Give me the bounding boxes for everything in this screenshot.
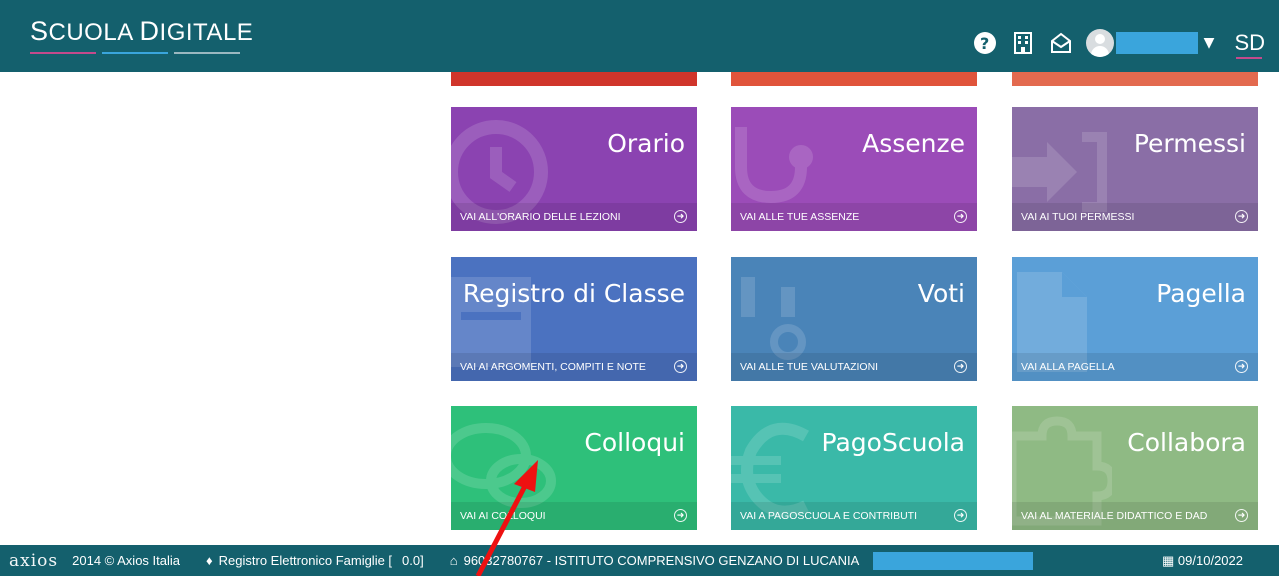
tile-title: Collabora <box>1127 428 1246 457</box>
help-button[interactable]: ? <box>972 30 998 56</box>
envelope-open-icon <box>1050 32 1071 53</box>
calendar-icon: ▦ <box>1162 553 1175 568</box>
tile-partial-3[interactable] <box>1012 72 1258 86</box>
tile-collabora[interactable]: Collabora VAI AL MATERIALE DIDATTICO E D… <box>1012 406 1258 530</box>
school-button[interactable] <box>1010 30 1036 56</box>
arrow-right-circle-icon: ➜ <box>954 210 967 223</box>
tile-link[interactable]: VAI ALLE TUE VALUTAZIONI ➜ <box>731 353 977 381</box>
tile-orario[interactable]: Orario VAI ALL'ORARIO DELLE LEZIONI ➜ <box>451 107 697 231</box>
status-footer: axios 2014 © Axios Italia ♦ Registro Ele… <box>0 545 1279 576</box>
tile-title: PagoScuola <box>821 428 965 457</box>
arrow-right-circle-icon: ➜ <box>954 509 967 522</box>
axios-logo: axios <box>9 550 59 571</box>
tile-link[interactable]: VAI AI TUOI PERMESSI ➜ <box>1012 203 1258 231</box>
tile-pagoscuola[interactable]: PagoScuola VAI A PAGOSCUOLA E CONTRIBUTI… <box>731 406 977 530</box>
tag-icon: ♦ <box>206 553 213 568</box>
top-navbar: SCUOLA DIGITALE ? ▼ SD <box>0 0 1279 72</box>
tile-link[interactable]: VAI A PAGOSCUOLA E CONTRIBUTI ➜ <box>731 502 977 530</box>
tile-link[interactable]: VAI ALLE TUE ASSENZE ➜ <box>731 203 977 231</box>
arrow-right-circle-icon: ➜ <box>954 360 967 373</box>
version-text: 0.0] <box>402 553 424 568</box>
arrow-right-circle-icon: ➜ <box>674 360 687 373</box>
building-icon <box>1013 32 1032 54</box>
tile-partial-1[interactable] <box>451 72 697 86</box>
redacted-user-name[interactable] <box>1115 32 1198 54</box>
home-icon: ⌂ <box>449 553 458 568</box>
tile-link[interactable]: VAI AI ARGOMENTI, COMPITI E NOTE ➜ <box>451 353 697 381</box>
arrow-right-circle-icon: ➜ <box>1235 210 1248 223</box>
header-toolbar: ? ▼ SD <box>972 26 1279 60</box>
arrow-right-circle-icon: ➜ <box>1235 360 1248 373</box>
arrow-right-circle-icon: ➜ <box>1235 509 1248 522</box>
tile-title: Pagella <box>1156 279 1246 308</box>
copyright-text: 2014 © Axios Italia <box>72 553 180 568</box>
tile-title: Orario <box>607 129 685 158</box>
tile-assenze[interactable]: Assenze VAI ALLE TUE ASSENZE ➜ <box>731 107 977 231</box>
arrow-right-circle-icon: ➜ <box>674 210 687 223</box>
user-avatar[interactable] <box>1085 29 1114 57</box>
product-text: Registro Elettronico Famiglie [ <box>218 553 393 568</box>
tile-partial-2[interactable] <box>731 72 977 86</box>
help-icon: ? <box>973 32 996 54</box>
tile-title: Registro di Classe <box>462 279 685 308</box>
tile-registro-di-classe[interactable]: Registro di Classe VAI AI ARGOMENTI, COM… <box>451 257 697 381</box>
tile-title: Colloqui <box>584 428 685 457</box>
tile-title: Permessi <box>1133 129 1246 158</box>
tile-link[interactable]: VAI AI COLLOQUI ➜ <box>451 502 697 530</box>
redacted-student-name <box>873 551 1034 570</box>
tile-link[interactable]: VAI ALL'ORARIO DELLE LEZIONI ➜ <box>451 203 697 231</box>
app-logo[interactable]: SCUOLA DIGITALE <box>30 16 253 47</box>
tile-permessi[interactable]: Permessi VAI AI TUOI PERMESSI ➜ <box>1012 107 1258 231</box>
tile-title: Voti <box>917 279 965 308</box>
footer-date: ▦ 09/10/2022 <box>1162 553 1243 568</box>
tile-voti[interactable]: Voti VAI ALLE TUE VALUTAZIONI ➜ <box>731 257 977 381</box>
tile-link[interactable]: VAI AL MATERIALE DIDATTICO E DAD ➜ <box>1012 502 1258 530</box>
tile-pagella[interactable]: Pagella VAI ALLA PAGELLA ➜ <box>1012 257 1258 381</box>
tile-title: Assenze <box>862 129 965 158</box>
sd-logo: SD <box>1234 30 1265 59</box>
logo-underline <box>30 52 240 54</box>
chevron-down-icon[interactable]: ▼ <box>1204 35 1215 51</box>
arrow-right-circle-icon: ➜ <box>674 509 687 522</box>
messages-button[interactable] <box>1048 30 1074 56</box>
tile-colloqui[interactable]: Colloqui VAI AI COLLOQUI ➜ <box>451 406 697 530</box>
school-text: 96032780767 - ISTITUTO COMPRENSIVO GENZA… <box>463 553 860 568</box>
tile-link[interactable]: VAI ALLA PAGELLA ➜ <box>1012 353 1258 381</box>
